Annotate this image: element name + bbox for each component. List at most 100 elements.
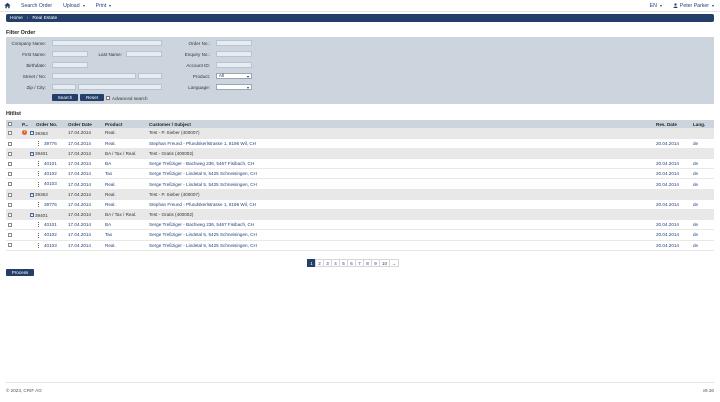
row-checkbox[interactable] [8, 151, 12, 156]
table-row[interactable]: 40101 17.04.2014 BA Serge Treßziger - Ba… [6, 219, 714, 231]
enquiry-no-input[interactable] [216, 51, 252, 57]
lang: de [691, 138, 714, 149]
customer[interactable]: Serge Treßziger - Bachweg 236, 5467 Fisi… [147, 158, 654, 170]
col-order-no[interactable]: Order No. [34, 120, 66, 128]
product-select[interactable]: All [216, 73, 252, 79]
table-row[interactable]: −39363 17.04.2014 Real. Test - P. Sieber… [6, 189, 714, 200]
order-no[interactable]: 39401 [35, 151, 48, 156]
table-row[interactable]: −39401 17.04.2014 BA / Tax / Real. Test … [6, 148, 714, 160]
next-page-arrow-icon[interactable]: → [389, 259, 399, 267]
row-checkbox[interactable] [8, 141, 12, 146]
lang: de [691, 158, 714, 170]
order-no[interactable]: 40102 [44, 171, 57, 176]
order-no[interactable]: 40103 [44, 181, 57, 186]
order-no-input[interactable] [216, 40, 252, 46]
advanced-search-checkbox[interactable] [106, 95, 110, 100]
order-no[interactable]: 39363 [35, 192, 48, 197]
col-res-date[interactable]: Res. Date [654, 120, 691, 128]
row-checkbox[interactable] [8, 212, 12, 217]
company-name-input[interactable] [52, 40, 162, 46]
col-lang[interactable]: Lang. [691, 120, 714, 128]
row-checkbox[interactable] [8, 182, 12, 187]
account-id-input[interactable] [216, 62, 252, 68]
customer[interactable]: Serge Treßziger - Lindetal 5, 5425 Schne… [147, 240, 654, 251]
customer[interactable]: Serge Treßziger - Bachweg 236, 5467 Fisi… [147, 219, 654, 231]
search-button[interactable]: Search [52, 94, 78, 101]
row-checkbox[interactable] [8, 223, 12, 228]
col-product[interactable]: Product [103, 120, 147, 128]
customer[interactable]: Stephan Freund - Pfundskerlstrasse 1, 81… [147, 138, 654, 149]
table-row[interactable]: 40101 17.04.2014 BA Serge Treßziger - Ba… [6, 158, 714, 170]
copyright: © 2023, CRIF AG [6, 388, 42, 393]
order-no[interactable]: 39401 [35, 213, 48, 218]
process-button[interactable]: Process [6, 269, 34, 276]
customer[interactable]: Serge Treßziger - Lindetal 5, 5425 Schne… [147, 229, 654, 241]
order-no[interactable]: 40103 [44, 243, 57, 248]
nav-print-dropdown[interactable]: Print [96, 3, 112, 9]
nav-upload-dropdown[interactable]: Upload [63, 3, 85, 9]
customer: Test - P. Sieber (400007) [147, 189, 654, 200]
row-checkbox[interactable] [8, 161, 12, 166]
col-p[interactable]: P... [20, 120, 34, 128]
row-checkbox[interactable] [8, 202, 12, 207]
collapse-icon[interactable]: − [30, 192, 34, 197]
breadcrumb-home[interactable]: Home [10, 16, 23, 21]
table-row[interactable]: 39776 17.04.2014 Real. Stephan Freund - … [6, 138, 714, 149]
table-row[interactable]: 40102 17.04.2014 Tax Serge Treßziger - L… [6, 229, 714, 241]
order-no[interactable]: 40101 [44, 161, 57, 166]
home-icon[interactable] [4, 2, 11, 9]
order-no[interactable]: 39776 [44, 202, 57, 207]
order-no[interactable]: 40102 [44, 232, 57, 237]
table-row[interactable]: 39776 17.04.2014 Real. Stephan Freund - … [6, 199, 714, 211]
nav-search-order[interactable]: Search Order [21, 3, 52, 9]
res-date: 20.04.2014 [654, 158, 691, 170]
order-no[interactable]: 40101 [44, 222, 57, 227]
res-date: 20.04.2014 [654, 240, 691, 251]
collapse-icon[interactable]: − [30, 152, 34, 157]
table-row[interactable]: ! −39363 17.04.2014 Real. Test - P. Sieb… [6, 128, 714, 139]
street-number-input[interactable] [138, 73, 162, 79]
version: v9.36 [702, 388, 714, 393]
col-customer[interactable]: Customer / Subject [147, 120, 654, 128]
row-checkbox[interactable] [8, 233, 12, 238]
language-dropdown[interactable]: EN [650, 3, 662, 9]
user-menu-dropdown[interactable]: Peter Parker [673, 3, 714, 9]
chevron-down-icon [82, 4, 85, 7]
table-row[interactable]: 40103 17.04.2014 Real. Serge Treßziger -… [6, 178, 714, 190]
street-input[interactable] [52, 73, 136, 79]
reset-button[interactable]: Reset [80, 94, 104, 101]
table-row[interactable]: 40103 17.04.2014 Real. Serge Treßziger -… [6, 240, 714, 251]
customer[interactable]: Serge Treßziger - Lindetal 5, 5425 Schne… [147, 168, 654, 180]
birthdate-input[interactable] [52, 62, 88, 68]
city-input[interactable] [78, 84, 162, 90]
col-order-date[interactable]: Order Date [66, 120, 103, 128]
footer: © 2023, CRIF AG v9.36 [6, 382, 714, 393]
lang: de [691, 229, 714, 241]
row-checkbox[interactable] [8, 131, 12, 136]
collapse-icon[interactable]: − [30, 213, 34, 218]
table-header-row: P... Order No. Order Date Product Custom… [6, 120, 714, 128]
res-date: 20.04.2014 [654, 229, 691, 241]
row-checkbox[interactable] [8, 172, 12, 177]
customer[interactable]: Serge Treßziger - Lindetal 5, 5425 Schne… [147, 178, 654, 190]
language-select[interactable] [216, 84, 252, 90]
customer[interactable]: Stephan Freund - Pfundskerlstrasse 1, 81… [147, 199, 654, 211]
last-name-input[interactable] [126, 51, 162, 57]
order-no[interactable]: 39776 [44, 141, 57, 146]
select-all-checkbox[interactable] [8, 122, 12, 127]
alert-icon: ! [22, 130, 27, 136]
zip-input[interactable] [52, 84, 76, 90]
collapse-icon[interactable]: − [30, 131, 34, 136]
chevron-down-icon [109, 4, 112, 7]
res-date: 20.04.2014 [654, 178, 691, 190]
order-date: 17.04.2014 [66, 138, 103, 149]
product-label: Product: [192, 74, 210, 79]
lang: de [691, 178, 714, 190]
row-checkbox[interactable] [8, 243, 12, 248]
order-no[interactable]: 39363 [35, 131, 48, 136]
table-row[interactable]: −39401 17.04.2014 BA / Tax / Real. Test … [6, 209, 714, 221]
row-checkbox[interactable] [8, 192, 12, 197]
order-date: 17.04.2014 [66, 209, 103, 221]
table-row[interactable]: 40102 17.04.2014 Tax Serge Treßziger - L… [6, 168, 714, 180]
first-name-input[interactable] [52, 51, 88, 57]
